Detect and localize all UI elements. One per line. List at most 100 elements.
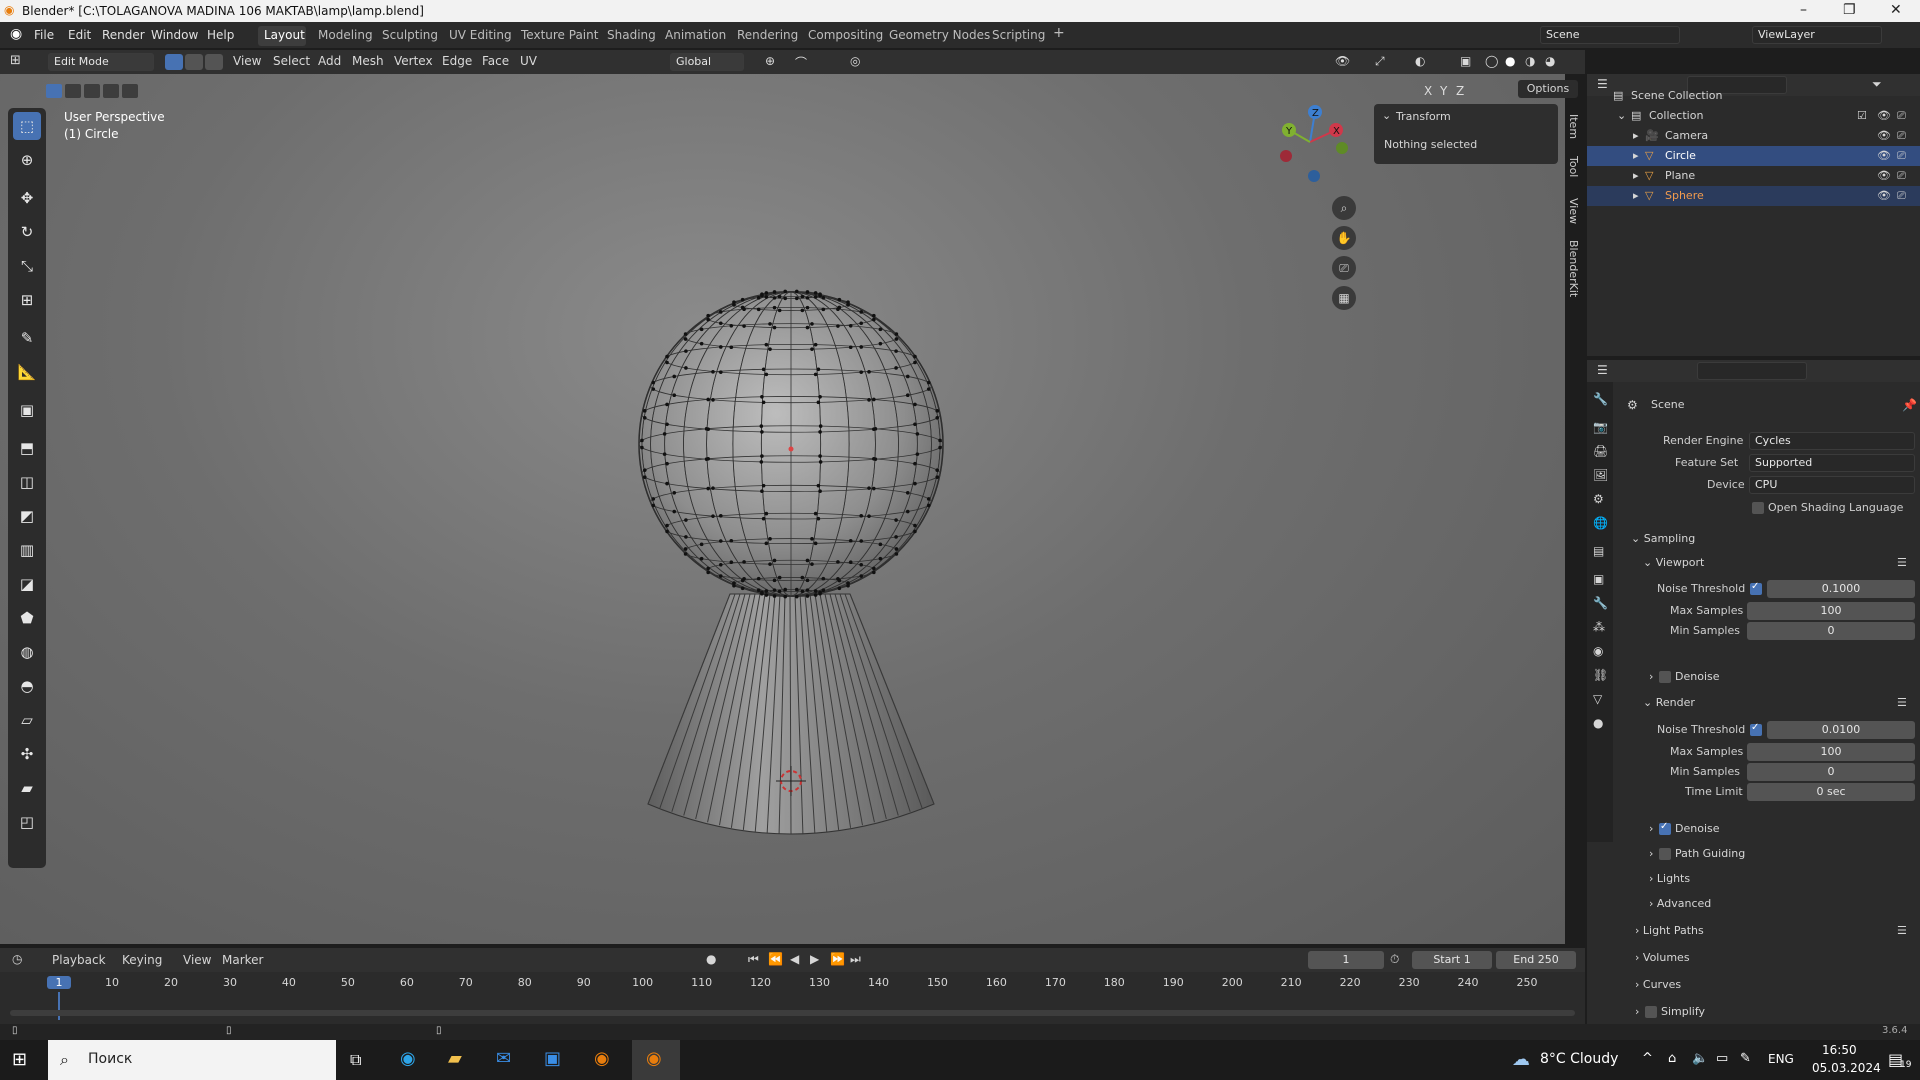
vertex-dot[interactable] <box>913 481 917 486</box>
vertex-dot[interactable] <box>800 308 805 313</box>
vertex-select-icon[interactable] <box>165 54 183 70</box>
vertex-dot[interactable] <box>761 400 766 405</box>
view-layer-tab-icon[interactable]: 🖼 <box>1593 468 1608 482</box>
r-noise-threshold-field[interactable]: 0.0100 <box>1767 721 1915 739</box>
chevron-down-icon[interactable]: ⌄ <box>1382 109 1391 122</box>
vertex-dot[interactable] <box>867 398 871 402</box>
vertex-dot[interactable] <box>672 374 677 379</box>
select-new-icon[interactable] <box>46 84 62 98</box>
clock-time[interactable]: 16:50 <box>1822 1043 1857 1057</box>
vertex-dot[interactable] <box>783 594 788 599</box>
taskbar-search-input[interactable]: ⌕ Поиск <box>48 1040 336 1080</box>
play-reverse-icon[interactable]: ◀ <box>790 952 799 966</box>
vertex-dot[interactable] <box>846 300 850 305</box>
vertex-dot[interactable] <box>760 454 764 458</box>
vp-denoise-checkbox[interactable] <box>1659 671 1671 683</box>
tab-scripting[interactable]: Scripting <box>992 28 1045 42</box>
eye-icon[interactable]: 👁 <box>1877 149 1891 162</box>
menu-keying[interactable]: Keying <box>122 953 162 967</box>
r-min-samples-field[interactable]: 0 <box>1747 763 1915 781</box>
vertex-dot[interactable] <box>732 581 736 585</box>
vertex-dot[interactable] <box>777 308 782 313</box>
vertex-dot[interactable] <box>813 295 818 299</box>
vertex-dot[interactable] <box>740 578 745 583</box>
advanced-subsection[interactable]: › Advanced <box>1649 897 1711 910</box>
vertex-dot[interactable] <box>651 503 656 508</box>
pin-icon[interactable]: 📌 <box>1902 398 1917 412</box>
vertex-dot[interactable] <box>867 514 871 518</box>
vertex-dot[interactable] <box>706 456 710 461</box>
camera-render-icon[interactable]: ⎚ <box>1897 189 1906 203</box>
vertex-dot[interactable] <box>772 296 777 300</box>
vertex-dot[interactable] <box>821 295 826 300</box>
vertex-dot[interactable] <box>665 360 669 365</box>
vertex-dot[interactable] <box>783 289 788 294</box>
menu-edit[interactable]: Edit <box>68 28 91 42</box>
vertex-dot[interactable] <box>818 454 822 458</box>
vertex-dot[interactable] <box>913 354 917 359</box>
vertex-dot[interactable] <box>813 342 818 347</box>
shrink-fatten-icon[interactable]: ✣ <box>13 740 41 768</box>
menu-uv[interactable]: UV <box>520 54 537 68</box>
transform-panel-title[interactable]: Transform <box>1396 110 1451 123</box>
options-button[interactable]: Options <box>1518 80 1578 98</box>
chevron-right-icon[interactable]: ▸ <box>1633 129 1639 142</box>
vertex-dot[interactable] <box>848 538 853 543</box>
display-icon[interactable]: ▭ <box>1716 1051 1728 1066</box>
vertex-dot[interactable] <box>905 491 910 495</box>
vertex-dot[interactable] <box>859 514 864 518</box>
vertex-dot[interactable] <box>783 296 788 301</box>
scale-icon[interactable]: ⤡ <box>13 252 41 280</box>
tab-texture-paint[interactable]: Texture Paint <box>521 28 598 42</box>
navigation-gizmo[interactable]: Z X Y <box>1270 104 1350 184</box>
mail-icon[interactable]: ✉ <box>496 1048 511 1069</box>
vertex-dot[interactable] <box>699 341 704 346</box>
outliner-collection[interactable]: ⌄ ▤ Collection ☑ 👁 ⎚ <box>1587 106 1920 126</box>
vertex-dot[interactable] <box>772 578 777 583</box>
curves-section[interactable]: › Curves <box>1635 978 1681 991</box>
tab-layout[interactable]: Layout <box>264 28 305 42</box>
proportional-edit-icon[interactable]: ◎ <box>850 54 860 68</box>
vertex-dot[interactable] <box>729 538 734 543</box>
vertex-dot[interactable] <box>742 324 746 328</box>
vertex-dot[interactable] <box>764 295 769 299</box>
vertex-dot[interactable] <box>913 523 917 528</box>
vertex-dot[interactable] <box>740 586 745 591</box>
task-view-icon[interactable]: ⧉ <box>350 1050 361 1070</box>
vertex-dot[interactable] <box>665 402 669 407</box>
vertex-dot[interactable] <box>772 594 777 598</box>
vertex-dot[interactable] <box>935 468 940 472</box>
vertex-dot[interactable] <box>805 290 810 294</box>
vertex-dot[interactable] <box>818 395 822 399</box>
vertex-dot[interactable] <box>810 322 814 326</box>
solid-shading-icon[interactable]: ● <box>1505 54 1515 68</box>
vertex-dot[interactable] <box>651 497 656 501</box>
path-guiding-checkbox[interactable] <box>1659 848 1671 860</box>
vertex-dot[interactable] <box>672 509 677 514</box>
preset-list-icon[interactable]: ☰ <box>1897 556 1907 569</box>
vertex-dot[interactable] <box>846 581 850 585</box>
vertex-dot[interactable] <box>756 588 761 593</box>
vertex-dot[interactable] <box>859 370 864 374</box>
menu-window[interactable]: Window <box>151 28 198 42</box>
vertex-dot[interactable] <box>777 575 782 580</box>
chevron-right-icon[interactable]: ▸ <box>1633 169 1639 182</box>
r-denoise-checkbox[interactable] <box>1659 821 1671 835</box>
r-noise-threshold-checkbox[interactable] <box>1750 722 1762 736</box>
vertex-dot[interactable] <box>718 562 723 567</box>
vertex-dot[interactable] <box>711 486 715 490</box>
vertex-dot[interactable] <box>764 342 769 347</box>
vertex-dot[interactable] <box>768 562 772 566</box>
vertex-dot[interactable] <box>935 409 940 413</box>
vertex-dot[interactable] <box>764 589 769 593</box>
render-tab-icon[interactable]: 📷 <box>1593 420 1608 434</box>
vertex-dot[interactable] <box>761 367 766 372</box>
tab-view[interactable]: View <box>1567 198 1580 224</box>
vertex-dot[interactable] <box>878 341 883 346</box>
vertex-dot[interactable] <box>699 327 704 332</box>
vertex-dot[interactable] <box>759 424 764 428</box>
blender-active-taskbar-button[interactable]: ◉ <box>632 1040 680 1080</box>
menu-mesh[interactable]: Mesh <box>352 54 384 68</box>
vertex-dot[interactable] <box>794 594 799 599</box>
vertex-dot[interactable] <box>711 514 715 518</box>
